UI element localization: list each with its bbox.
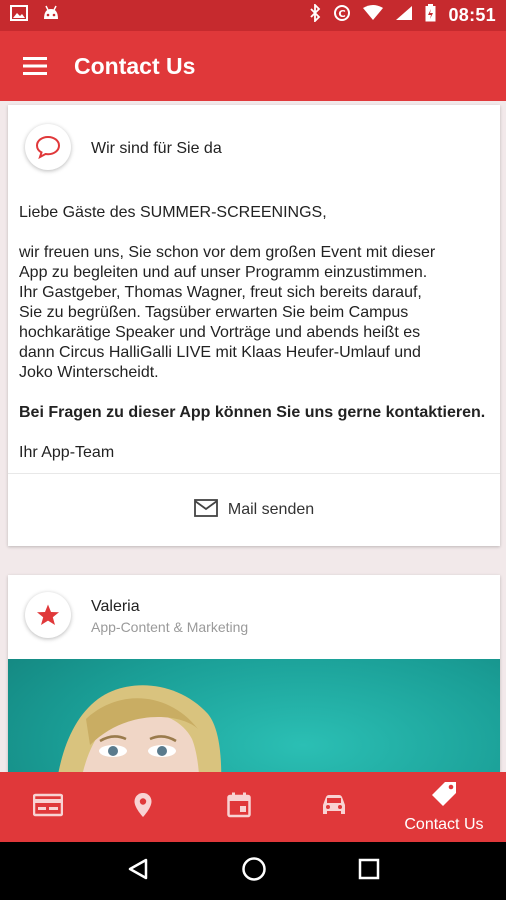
info-card-title: Wir sind für Sie da: [91, 140, 222, 157]
signal-icon: [395, 5, 413, 26]
battery-icon: [425, 4, 436, 27]
nav-contact-us[interactable]: Contact Us: [382, 772, 506, 842]
nav-car[interactable]: [286, 772, 381, 842]
signature-text: Ihr App-Team: [19, 444, 115, 461]
app-bar: Contact Us: [0, 31, 506, 101]
nav-ticket[interactable]: [0, 772, 95, 842]
person-role: App-Content & Marketing: [91, 619, 249, 635]
person-name: Valeria: [91, 598, 140, 615]
data-saver-icon: C: [333, 4, 351, 27]
greeting-text: Liebe Gäste des SUMMER-SCREENINGS,: [19, 204, 327, 221]
hamburger-menu-icon[interactable]: [0, 31, 70, 101]
bottom-navigation: Contact Us: [0, 772, 506, 842]
star-icon: [25, 592, 71, 638]
system-navigation-bar: [0, 842, 506, 900]
calendar-icon: [226, 792, 251, 823]
person-photo: [8, 659, 500, 772]
nav-contact-us-label: Contact Us: [404, 816, 484, 833]
send-mail-button[interactable]: Mail senden: [8, 474, 500, 546]
home-icon[interactable]: [241, 856, 267, 887]
wifi-icon: [363, 5, 384, 26]
chat-bubble-icon: [25, 124, 71, 170]
content-scroll[interactable]: Wir sind für Sie da Liebe Gäste des SUMM…: [0, 101, 506, 772]
intro-paragraph: wir freuen uns, Sie schon vor dem großen…: [19, 244, 436, 381]
bluetooth-icon: [309, 2, 321, 27]
clock: 08:51: [448, 5, 496, 25]
ticket-card-icon: [32, 793, 63, 822]
status-bar: C 08:51: [0, 0, 506, 31]
location-pin-icon: [133, 792, 153, 823]
back-icon[interactable]: [126, 857, 150, 886]
info-card: Wir sind für Sie da Liebe Gäste des SUMM…: [8, 105, 500, 546]
tag-icon: [430, 780, 458, 813]
page-title: Contact Us: [74, 52, 196, 79]
recents-icon[interactable]: [358, 858, 380, 885]
info-card-body: Liebe Gäste des SUMMER-SCREENINGS, wir f…: [19, 203, 495, 483]
car-icon: [320, 793, 348, 822]
contact-note: Bei Fragen zu dieser App können Sie uns …: [19, 404, 486, 421]
send-mail-label: Mail senden: [227, 501, 315, 518]
svg-text:C: C: [339, 9, 346, 20]
person-card[interactable]: Valeria App-Content & Marketing: [8, 575, 500, 772]
android-icon: [42, 5, 60, 26]
nav-calendar[interactable]: [191, 772, 286, 842]
nav-location[interactable]: [95, 772, 190, 842]
envelope-icon: [193, 498, 218, 522]
image-icon: [10, 5, 28, 26]
